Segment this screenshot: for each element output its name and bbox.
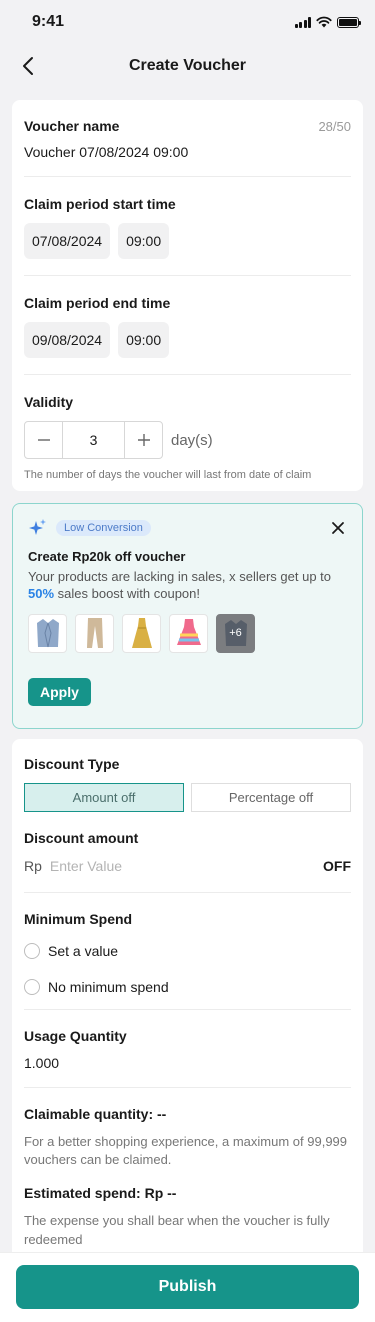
discount-type-label: Discount Type: [24, 756, 120, 772]
battery-icon: [337, 16, 361, 28]
validity-unit: day(s): [171, 431, 213, 449]
discount-card: Discount Type Amount off Percentage off …: [12, 739, 363, 1322]
claimable-quantity-label: Claimable quantity: --: [24, 1106, 167, 1122]
usage-quantity-row: Usage Quantity 1.000: [24, 1010, 351, 1088]
minus-icon: [37, 439, 50, 441]
status-icons: [294, 16, 361, 28]
voucher-name-label: Voucher name: [24, 118, 120, 134]
kids-dress-icon: [176, 619, 201, 646]
promo-card: Low Conversion Create Rp20k off voucher …: [12, 503, 363, 729]
voucher-name-counter: 28/50: [318, 119, 351, 134]
product-thumb-pants: [75, 613, 114, 653]
discount-amount-row: Discount amount Rp OFF: [24, 812, 351, 893]
promo-desc-highlight: 50%: [28, 585, 55, 601]
discount-type-segmented: Amount off Percentage off: [24, 783, 351, 812]
blazer-icon: [36, 619, 59, 648]
back-button[interactable]: [14, 52, 42, 80]
product-thumbnails: +6: [28, 613, 346, 653]
footer-bar: Publish: [0, 1252, 375, 1322]
dress-icon: [131, 618, 152, 649]
low-conversion-badge: Low Conversion: [56, 520, 151, 536]
product-thumb-blazer: [28, 613, 67, 653]
product-thumb-kids-dress: [169, 613, 208, 653]
wifi-icon: [316, 16, 332, 28]
voucher-name-row[interactable]: Voucher name 28/50 Voucher 07/08/2024 09…: [24, 100, 351, 177]
publish-button[interactable]: Publish: [16, 1265, 359, 1309]
no-minimum-option[interactable]: No minimum spend: [24, 975, 351, 999]
set-value-option[interactable]: Set a value: [24, 939, 351, 963]
claim-start-row: Claim period start time 07/08/2024 09:00: [24, 177, 351, 276]
nav-bar: Create Voucher: [0, 44, 375, 88]
status-bar: 9:41: [0, 0, 375, 44]
voucher-name-value[interactable]: Voucher 07/08/2024 09:00: [24, 144, 351, 160]
more-products-count: +6: [229, 627, 242, 640]
estimated-spend-label: Estimated spend: Rp --: [24, 1185, 177, 1202]
usage-quantity-label: Usage Quantity: [24, 1028, 127, 1044]
minimum-spend-label: Minimum Spend: [24, 911, 133, 927]
close-icon[interactable]: [330, 520, 346, 536]
decrement-button[interactable]: [25, 422, 62, 458]
validity-helper: The number of days the voucher will last…: [24, 469, 312, 481]
radio-button[interactable]: [24, 943, 40, 959]
claim-start-label: Claim period start time: [24, 196, 176, 212]
claimable-quantity-text: For a better shopping experience, a maxi…: [24, 1134, 348, 1168]
set-value-label: Set a value: [48, 943, 119, 959]
amount-off-suffix: OFF: [323, 858, 351, 874]
validity-row: Validity 3 day(s) The number of days the…: [24, 375, 351, 481]
radio-button[interactable]: [24, 979, 40, 995]
claim-start-time-chip[interactable]: 09:00: [118, 223, 170, 259]
discount-amount-input[interactable]: [49, 858, 323, 874]
increment-button[interactable]: [125, 422, 162, 458]
no-minimum-label: No minimum spend: [48, 979, 169, 995]
claim-start-date-chip[interactable]: 07/08/2024: [24, 223, 111, 259]
signal-icon: [294, 16, 311, 28]
currency-prefix: Rp: [24, 858, 42, 874]
claim-end-date-chip[interactable]: 09/08/2024: [24, 322, 111, 358]
claim-end-time-chip[interactable]: 09:00: [118, 322, 170, 358]
page-title: Create Voucher: [128, 57, 247, 74]
usage-quantity-value[interactable]: 1.000: [24, 1055, 351, 1071]
estimates-row: Claimable quantity: -- For a better shop…: [24, 1088, 351, 1249]
more-products-thumb[interactable]: +6: [216, 613, 255, 653]
promo-desc-after: sales boost with coupon!: [54, 585, 201, 601]
minimum-spend-row: Minimum Spend Set a value No minimum spe…: [24, 893, 351, 1010]
chevron-left-icon: [23, 57, 33, 75]
claim-end-row: Claim period end time 09/08/2024 09:00: [24, 276, 351, 375]
validity-value[interactable]: 3: [62, 422, 125, 458]
percentage-off-option[interactable]: Percentage off: [191, 783, 351, 812]
promo-title: Create Rp20k off voucher: [28, 549, 186, 564]
validity-label: Validity: [24, 394, 74, 410]
discount-amount-label: Discount amount: [24, 830, 139, 846]
promo-desc-before: Your products are lacking in sales, x se…: [28, 569, 332, 584]
voucher-basic-card: Voucher name 28/50 Voucher 07/08/2024 09…: [12, 100, 363, 491]
promo-description: Your products are lacking in sales, x se…: [28, 569, 346, 603]
plus-icon: [137, 434, 150, 446]
claim-end-label: Claim period end time: [24, 295, 171, 311]
apply-button[interactable]: Apply: [28, 677, 91, 706]
product-thumb-dress: [122, 613, 161, 653]
amount-off-option[interactable]: Amount off: [24, 783, 184, 812]
estimated-spend-text: The expense you shall bear when the vouc…: [24, 1213, 330, 1247]
validity-stepper: 3: [24, 421, 163, 459]
pants-icon: [86, 618, 103, 649]
status-time: 9:41: [32, 13, 65, 30]
sparkle-icon: [29, 519, 46, 535]
discount-type-row: Discount Type Amount off Percentage off: [24, 739, 351, 812]
